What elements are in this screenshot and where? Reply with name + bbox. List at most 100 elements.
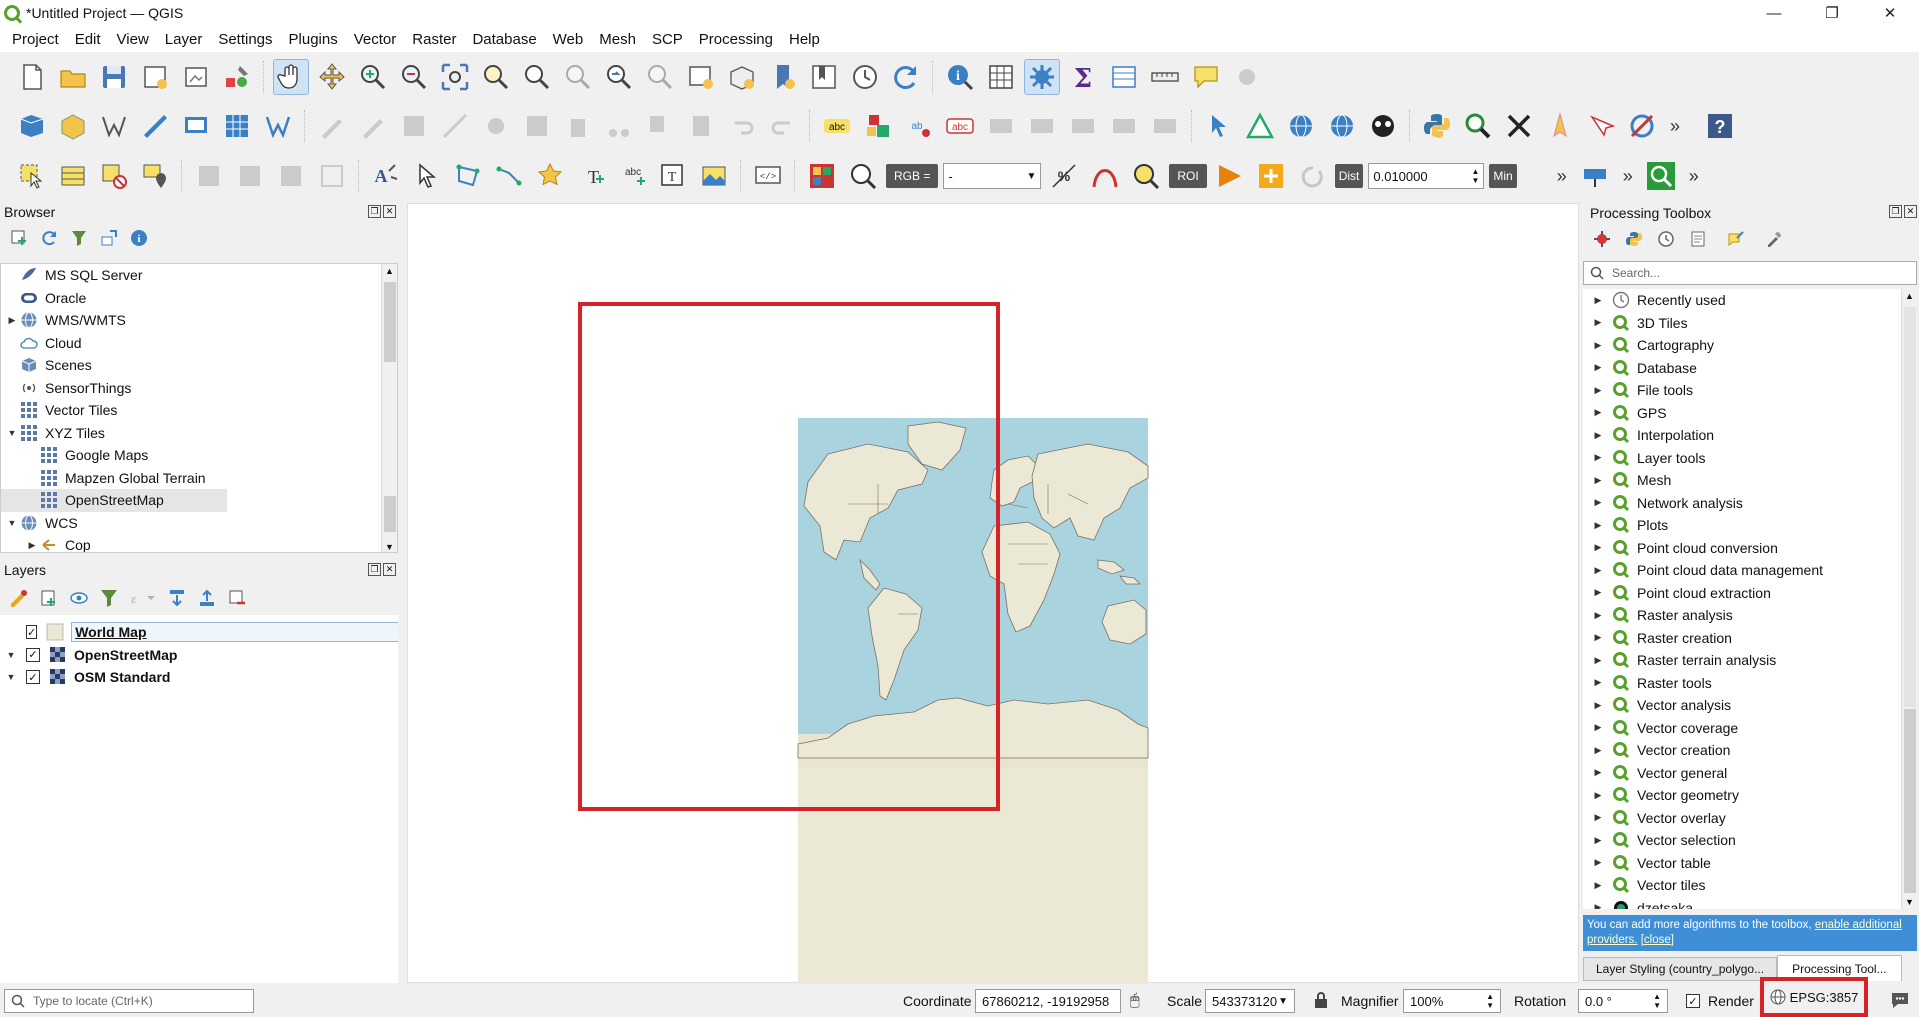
collapsed-arrow-icon[interactable]: ▶ (1591, 430, 1605, 441)
annotation-select-icon[interactable] (409, 158, 445, 194)
style-manager-icon[interactable] (219, 59, 255, 95)
zoom-in-icon[interactable] (355, 59, 391, 95)
collapsed-arrow-icon[interactable]: ▶ (1591, 452, 1605, 463)
open-field-calculator-icon[interactable] (983, 59, 1019, 95)
toggle-extents-icon[interactable]: 🖱 (1130, 992, 1140, 1010)
add-layer-icon[interactable] (178, 108, 214, 144)
menu-mesh[interactable]: Mesh (591, 31, 644, 48)
toolbox-item[interactable]: ▶ Vector table (1583, 852, 1917, 875)
close-banner-link[interactable]: [close] (1641, 934, 1674, 946)
annotation-curved-text-icon[interactable]: abc (614, 158, 650, 194)
toolbox-item[interactable]: ▶ Interpolation (1583, 424, 1917, 447)
collapsed-arrow-icon[interactable]: ▶ (1591, 857, 1605, 868)
browser-item[interactable]: Cloud (1, 332, 397, 355)
collapsed-arrow-icon[interactable]: ▶ (1591, 812, 1605, 823)
toolbox-item[interactable]: ▶ Vector creation (1583, 739, 1917, 762)
scp-zoom-icon[interactable] (845, 158, 881, 194)
menu-vector[interactable]: Vector (346, 31, 405, 48)
add-vector-layer-icon[interactable] (260, 108, 296, 144)
toolbar-overflow-icon[interactable]: » (1552, 158, 1572, 194)
toolbox-item[interactable]: ▶ Raster creation (1583, 627, 1917, 650)
scroll-up-icon[interactable]: ▲ (1905, 291, 1914, 301)
annotation-picture-icon[interactable] (696, 158, 732, 194)
layer-visibility-checkbox[interactable]: ✓ (26, 670, 40, 685)
locator-search-input[interactable]: Type to locate (Ctrl+K) (4, 989, 254, 1013)
search-plugin-icon[interactable] (1643, 158, 1679, 194)
toolbar-overflow-icon[interactable]: » (1665, 108, 1685, 144)
new-geopackage-layer-icon[interactable] (55, 108, 91, 144)
browser-item[interactable]: MS SQL Server (1, 264, 397, 287)
layout-manager-icon[interactable] (178, 59, 214, 95)
select-features-icon[interactable] (14, 158, 50, 194)
open-layer-styling-icon[interactable] (8, 587, 30, 609)
scp-add-roi-icon[interactable] (1253, 158, 1289, 194)
models-icon[interactable] (1591, 228, 1613, 250)
select-by-expression-icon[interactable] (55, 158, 91, 194)
new-print-layout-icon[interactable] (137, 59, 173, 95)
close-panel-icon[interactable]: ✕ (383, 205, 396, 218)
coordinate-field[interactable]: 67860212, -19192958 (975, 989, 1121, 1013)
scp-curve-icon[interactable] (1087, 158, 1123, 194)
collapsed-arrow-icon[interactable]: ▶ (1591, 385, 1605, 396)
toolbar-overflow-icon[interactable]: » (1618, 158, 1638, 194)
collapsed-arrow-icon[interactable]: ▶ (1591, 722, 1605, 733)
toolbox-item[interactable]: ▶ Raster tools (1583, 672, 1917, 695)
layer-item[interactable]: ✓ World Map (0, 621, 398, 644)
toolbox-item[interactable]: ▶ Vector tiles (1583, 874, 1917, 897)
scp-roi-icon[interactable] (1212, 158, 1248, 194)
toolbox-item[interactable]: ▶ Mesh (1583, 469, 1917, 492)
browser-item[interactable]: Oracle (1, 287, 397, 310)
label-pin-icon[interactable]: ab (901, 108, 937, 144)
toolbox-item[interactable]: ▶ Layer tools (1583, 447, 1917, 470)
browser-item[interactable]: Google Maps (1, 444, 397, 467)
label-highlight-icon[interactable]: abc (942, 108, 978, 144)
toolbox-item[interactable]: ▶ Vector selection (1583, 829, 1917, 852)
scroll-thumb[interactable] (384, 282, 396, 362)
toolbox-item[interactable]: ▶ Point cloud data management (1583, 559, 1917, 582)
expand-all-icon[interactable] (166, 587, 188, 609)
add-selected-layers-icon[interactable] (8, 227, 30, 249)
layer-item[interactable]: ▼ ✓ OSM Standard (0, 666, 398, 689)
tab-layer-styling[interactable]: Layer Styling (country_polygo... (1583, 957, 1778, 981)
collapsed-arrow-icon[interactable]: ▶ (5, 315, 19, 326)
toolbar-overflow-icon[interactable]: » (1684, 158, 1704, 194)
collapse-all-icon[interactable] (196, 587, 218, 609)
select-location-icon[interactable] (137, 158, 173, 194)
history-icon[interactable] (1655, 228, 1677, 250)
collapsed-arrow-icon[interactable]: ▶ (1591, 767, 1605, 778)
float-panel-icon[interactable]: ❐ (368, 563, 381, 576)
annotation-line-icon[interactable] (491, 158, 527, 194)
scp-band-set-icon[interactable] (804, 158, 840, 194)
scroll-up-icon[interactable]: ▲ (385, 266, 394, 276)
map-canvas[interactable] (407, 203, 1579, 984)
toolbox-item[interactable]: ▶ Point cloud extraction (1583, 582, 1917, 605)
toolbox-scrollbar[interactable]: ▲ ▼ (1901, 289, 1917, 909)
toolbox-item[interactable]: ▶ Raster analysis (1583, 604, 1917, 627)
refresh-icon[interactable] (888, 59, 924, 95)
collapsed-arrow-icon[interactable]: ▶ (1591, 587, 1605, 598)
collapsed-arrow-icon[interactable]: ▶ (25, 540, 39, 551)
toolbox-item[interactable]: ▶ dzetsaka (1583, 897, 1917, 909)
menu-edit[interactable]: Edit (67, 31, 109, 48)
expanded-arrow-icon[interactable]: ▼ (4, 672, 18, 682)
scripts-icon[interactable] (1623, 228, 1645, 250)
float-panel-icon[interactable]: ❐ (1889, 205, 1902, 218)
collapsed-arrow-icon[interactable]: ▶ (1591, 407, 1605, 418)
zoom-full-icon[interactable] (437, 59, 473, 95)
collapsed-arrow-icon[interactable]: ▶ (1591, 677, 1605, 688)
select-cursor-icon[interactable] (1201, 108, 1237, 144)
collapsed-arrow-icon[interactable]: ▶ (1591, 902, 1605, 909)
menu-help[interactable]: Help (781, 31, 828, 48)
collapsed-arrow-icon[interactable]: ▶ (1591, 497, 1605, 508)
filter-icon[interactable] (68, 227, 90, 249)
manage-visibility-icon[interactable] (68, 587, 90, 609)
python-console-icon[interactable] (1419, 108, 1455, 144)
scroll-down-icon[interactable]: ▼ (385, 542, 394, 552)
browser-item[interactable]: ▶ Cop (1, 534, 397, 552)
menu-database[interactable]: Database (464, 31, 544, 48)
scroll-thumb-lower[interactable] (384, 496, 396, 532)
show-bookmarks-icon[interactable] (806, 59, 842, 95)
save-project-icon[interactable] (96, 59, 132, 95)
rotation-spinbox[interactable]: 0.0 ° ▲ ▼ (1578, 989, 1668, 1013)
filter-legend-icon[interactable] (98, 587, 120, 609)
